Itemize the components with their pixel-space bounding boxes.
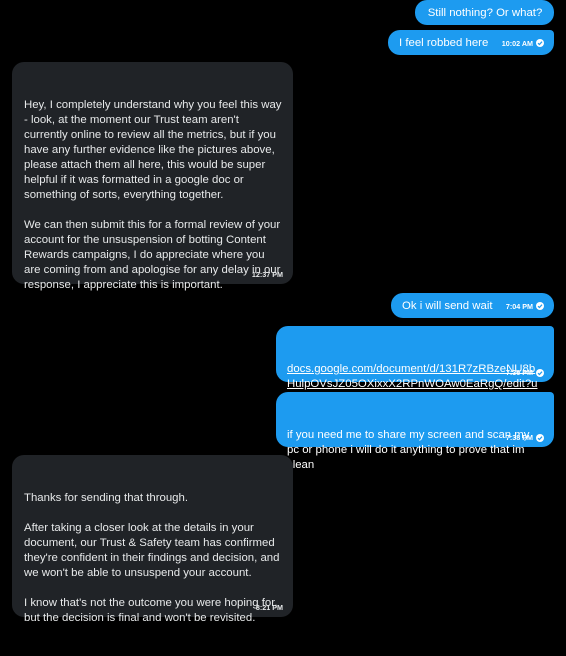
sent-message[interactable]: docs.google.com/document/d/131R7zRBzeNU8… bbox=[276, 326, 554, 405]
message-meta: 7:36 PM bbox=[506, 368, 544, 377]
message-timestamp: 7:04 PM bbox=[505, 301, 533, 311]
received-message[interactable]: Hey, I completely understand why you fee… bbox=[12, 62, 293, 291]
sent-message[interactable]: Ok i will send wait 7:04 PM bbox=[391, 293, 554, 318]
received-message[interactable]: Thanks for sending that through. After t… bbox=[12, 455, 293, 624]
message-text: Still nothing? Or what? bbox=[427, 6, 543, 19]
check-circle-icon bbox=[536, 368, 544, 377]
sent-message[interactable]: Still nothing? Or what? bbox=[415, 0, 554, 25]
message-timestamp: 10:02 AM bbox=[501, 38, 533, 48]
sent-message[interactable]: I feel robbed here 10:02 AM bbox=[388, 30, 554, 55]
message-text: Thanks for sending that through. After t… bbox=[24, 492, 280, 624]
message-meta: 7:04 PM bbox=[506, 302, 544, 311]
message-text: Ok i will send wait bbox=[402, 299, 493, 312]
message-meta: 10:02 AM bbox=[502, 39, 544, 48]
message-timestamp: 12:37 PM bbox=[251, 270, 283, 279]
check-circle-icon bbox=[536, 302, 544, 310]
message-text: Hey, I completely understand why you fee… bbox=[24, 99, 282, 291]
message-timestamp: 8:21 PM bbox=[255, 603, 283, 612]
message-timestamp: 7:36 PM bbox=[505, 368, 533, 377]
sent-message[interactable]: if you need me to share my screen and sc… bbox=[276, 392, 554, 471]
message-text: I feel robbed here bbox=[399, 36, 489, 49]
message-timestamp: 7:38 PM bbox=[505, 433, 533, 442]
check-circle-icon bbox=[536, 433, 544, 442]
check-circle-icon bbox=[536, 39, 544, 47]
message-meta: 7:38 PM bbox=[506, 433, 544, 442]
